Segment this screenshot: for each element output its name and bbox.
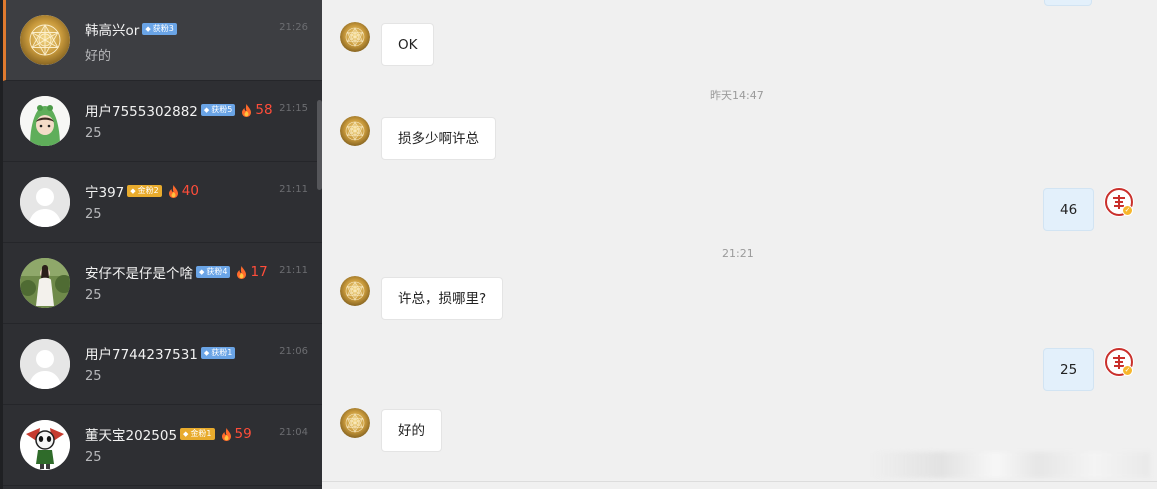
conversation-item[interactable]: 韩高兴or ◆ 获粉3 21:26 好的 — [3, 0, 322, 81]
conversation-name-row: 宁397 ◆ 金粉2 40 — [85, 182, 199, 201]
conversation-time: 21:11 — [279, 184, 308, 195]
streak-fire: 58 — [241, 102, 273, 118]
fire-icon — [242, 103, 252, 117]
contact-avatar[interactable] — [340, 22, 370, 52]
verified-icon: ✓ — [1122, 365, 1133, 376]
outgoing-message: 25 — [1043, 348, 1095, 391]
conversation-item[interactable]: 安仔不是仔是个啥 ◆ 获粉4 17 21:11 25 — [3, 243, 322, 324]
fire-count: 40 — [181, 183, 199, 199]
incoming-message: 损多少啊许总 — [381, 117, 496, 160]
conversation-item[interactable]: 用户7555302882 ◆ 获粉5 58 21:15 25 — [3, 81, 322, 162]
diamond-icon: ◆ — [145, 25, 151, 33]
avatar — [20, 420, 70, 470]
diamond-icon: ◆ — [199, 268, 205, 276]
message-preview: 25 — [85, 369, 102, 384]
incoming-message: 许总，损哪里? — [381, 277, 504, 320]
verified-icon: ✓ — [1122, 205, 1133, 216]
streak-fire: 59 — [221, 426, 252, 442]
contact-avatar[interactable] — [340, 276, 370, 306]
message-timestamp: 昨天14:47 — [710, 89, 764, 102]
diamond-icon: ◆ — [130, 187, 136, 195]
fan-level-badge: ◆ 金粉2 — [127, 185, 162, 197]
conversation-name-row: 安仔不是仔是个啥 ◆ 获粉4 17 — [85, 263, 268, 282]
fire-icon — [237, 265, 247, 279]
contact-name: 安仔不是仔是个啥 — [85, 266, 193, 282]
fan-level-badge: ◆ 获粉3 — [142, 23, 177, 35]
contact-avatar[interactable] — [340, 408, 370, 438]
badge-label: 获粉4 — [206, 267, 228, 276]
conversation-time: 21:11 — [279, 265, 308, 276]
fan-level-badge: ◆ 获粉1 — [200, 347, 236, 359]
message-preview: 25 — [85, 288, 102, 303]
conversation-name-row: 韩高兴or ◆ 获粉3 — [85, 20, 177, 39]
message-timestamp: 21:21 — [722, 247, 754, 260]
avatar — [20, 177, 70, 227]
avatar — [20, 339, 70, 389]
message-preview: 好的 — [85, 49, 112, 64]
badge-label: 金粉1 — [190, 429, 212, 438]
contact-avatar[interactable] — [340, 116, 370, 146]
conversation-time: 21:15 — [279, 103, 308, 114]
conversation-name-row: 董天宝202505 ◆ 金粉1 59 — [85, 425, 252, 444]
conversation-name-row: 用户7744237531 ◆ 获粉1 — [85, 344, 236, 363]
streak-fire: 17 — [236, 264, 268, 280]
avatar — [20, 258, 70, 308]
fire-count: 59 — [234, 426, 252, 442]
conversation-item[interactable]: 董天宝202505 ◆ 金粉1 59 21:04 25 — [3, 405, 322, 486]
fan-level-badge: ◆ 获粉4 — [196, 266, 231, 278]
message-preview: 25 — [85, 450, 102, 465]
message-preview: 25 — [85, 207, 102, 222]
contact-name: 董天宝202505 — [85, 428, 178, 444]
fire-count: 17 — [250, 264, 268, 280]
outgoing-message: 46 — [1043, 188, 1095, 231]
message-preview: 25 — [85, 126, 102, 141]
fan-level-badge: ◆ 获粉5 — [200, 104, 236, 116]
contact-name: 韩高兴or — [85, 23, 140, 39]
contact-name: 用户7744237531 — [85, 347, 198, 363]
fire-icon — [168, 184, 178, 198]
conversation-time: 21:06 — [279, 346, 308, 357]
conversation-item[interactable]: 宁397 ◆ 金粉2 40 21:11 25 — [3, 162, 322, 243]
badge-label: 获粉5 — [211, 105, 233, 114]
blurred-region — [870, 452, 1150, 478]
avatar — [20, 15, 70, 65]
avatar — [20, 96, 70, 146]
chat-panel: OK 昨天14:47 损多少啊许总 46 ✓ 21:21 许总，损哪里? 25 … — [322, 0, 1157, 489]
fire-icon — [221, 427, 231, 441]
incoming-message: OK — [381, 23, 435, 66]
fire-count: 58 — [255, 102, 273, 118]
diamond-icon: ◆ — [203, 349, 210, 357]
input-divider — [322, 481, 1157, 482]
outgoing-bubble — [1044, 0, 1092, 6]
contact-name: 用户7555302882 — [85, 104, 198, 120]
badge-label: 金粉2 — [137, 186, 159, 195]
badge-label: 获粉1 — [211, 348, 233, 357]
conversation-item[interactable]: 用户7744237531 ◆ 获粉1 21:06 25 — [3, 324, 322, 405]
diamond-icon: ◆ — [203, 106, 210, 114]
badge-label: 获粉3 — [152, 24, 174, 33]
conversation-time: 21:26 — [279, 22, 308, 33]
incoming-message: 好的 — [381, 409, 442, 452]
conversation-name-row: 用户7555302882 ◆ 获粉5 58 — [85, 101, 273, 120]
streak-fire: 40 — [168, 183, 199, 199]
contact-name: 宁397 — [85, 185, 125, 201]
fan-level-badge: ◆ 金粉1 — [180, 428, 215, 440]
diamond-icon: ◆ — [183, 430, 189, 438]
conversation-list: 韩高兴or ◆ 获粉3 21:26 好的 用户7555302882 ◆ 获粉5 58 — [0, 0, 322, 489]
conversation-time: 21:04 — [279, 427, 308, 438]
